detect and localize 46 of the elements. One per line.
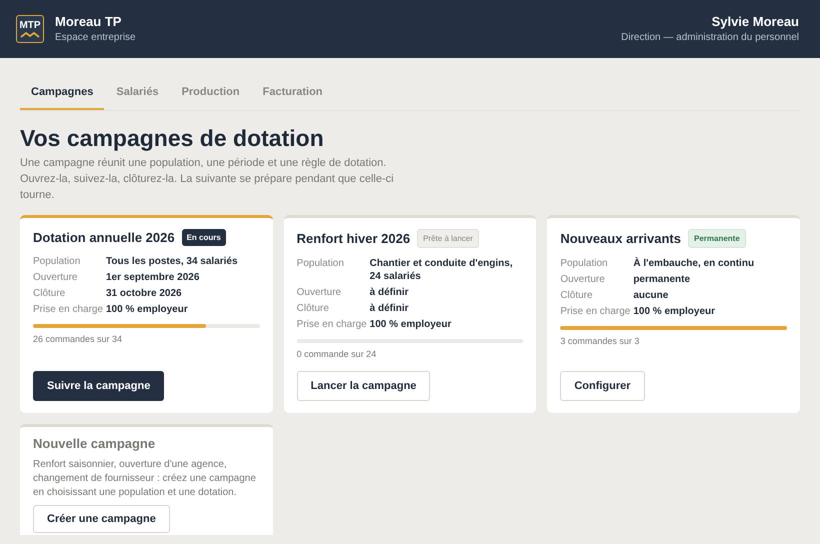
- detail-value: à définir: [370, 286, 410, 299]
- detail-label: Clôture: [560, 289, 594, 302]
- detail-value: aucune: [633, 289, 670, 302]
- campaign-title: Nouveaux arrivants: [560, 231, 681, 246]
- detail-value: 1er septembre 2026: [106, 271, 200, 284]
- detail-value: 100 % employeur: [106, 303, 189, 316]
- campaign-title: Renfort hiver 2026: [296, 231, 410, 246]
- detail-label: Ouverture: [560, 273, 606, 286]
- user-role: Direction — administration du personnel: [621, 30, 799, 44]
- detail-value: 100 % employeur: [370, 318, 452, 331]
- detail-label: Population: [560, 257, 609, 270]
- new-campaign-title: Nouvelle campagne: [33, 436, 156, 451]
- company-subtitle: Espace entreprise: [55, 30, 136, 44]
- page-title: Vos campagnes de dotation: [20, 124, 325, 152]
- status-badge: En cours: [182, 229, 226, 246]
- company-name: Moreau TP: [55, 12, 122, 30]
- detail-value: À l'embauche, en continu: [633, 257, 756, 270]
- campaign-button[interactable]: Suivre la campagne: [33, 371, 164, 401]
- campaign-button[interactable]: Lancer la campagne: [296, 371, 430, 401]
- detail-label: Population: [296, 257, 345, 271]
- detail-label: Clôture: [33, 287, 66, 300]
- detail-label: Prise en charge: [296, 318, 368, 331]
- detail-value: à définir: [370, 302, 410, 315]
- detail-label: Population: [33, 255, 82, 268]
- detail-label: Ouverture: [296, 286, 342, 299]
- status-badge: Permanente: [688, 229, 746, 248]
- detail-value: 31 octobre 2026: [106, 287, 183, 300]
- detail-label: Ouverture: [33, 271, 78, 284]
- detail-label: Prise en charge: [560, 305, 632, 318]
- page-intro: Une campagne réunit une population, une période et une règle de dotation. Ouvrez-la, suivez-la, clôturez-la. La suivante se prépare pendant que celle-ci tourne.: [20, 156, 395, 203]
- user-name: Sylvie Moreau: [710, 12, 799, 30]
- new-campaign-text: Renfort saisonnier, ouverture d'une agence, changement de fournisseur : créez une campagne en choisissant une population et une dotation.: [33, 458, 257, 500]
- progress-text: 0 commande sur 24: [296, 349, 378, 359]
- detail-label: Prise en charge: [33, 303, 104, 316]
- detail-label: Clôture: [296, 302, 330, 315]
- create-campaign-button[interactable]: Créer une campagne: [33, 505, 170, 533]
- nav-tab[interactable]: Campagnes: [20, 80, 104, 110]
- campaign-title: Dotation annuelle 2026: [33, 230, 175, 245]
- detail-value: 100 % employeur: [633, 305, 716, 318]
- progress-text: 26 commandes sur 34: [33, 334, 124, 344]
- company-logo: MTP: [16, 15, 44, 43]
- detail-value: Tous les postes, 34 salariés: [106, 255, 239, 268]
- progress-text: 3 commandes sur 3: [560, 336, 640, 346]
- detail-value: permanente: [633, 273, 692, 286]
- status-badge: Prête à lancer: [417, 229, 479, 248]
- campaign-button[interactable]: Configurer: [560, 371, 645, 401]
